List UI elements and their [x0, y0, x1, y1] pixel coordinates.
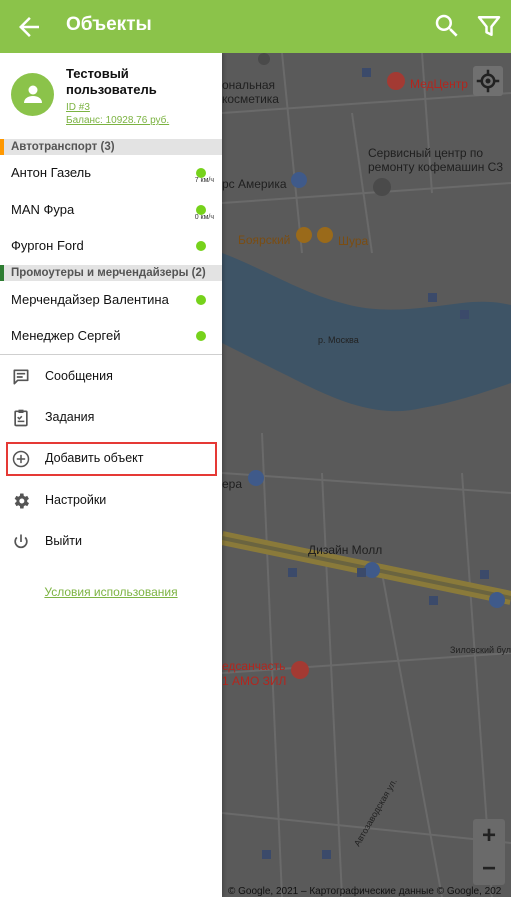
group-color-bar — [0, 265, 4, 281]
divider — [0, 354, 222, 355]
map-label: Дизайн Молл — [308, 543, 383, 557]
map-label: ональная — [222, 78, 276, 92]
object-name: Антон Газель — [11, 165, 92, 180]
map-label: косметика — [222, 92, 279, 106]
object-name: Фургон Ford — [11, 238, 84, 253]
map-label: МедЦентр — [410, 77, 468, 91]
menu-item-logout[interactable]: Выйти — [0, 522, 222, 562]
highlight-frame — [6, 442, 217, 476]
status-dot — [196, 295, 206, 305]
menu-label: Настройки — [45, 493, 107, 507]
map-label: рс Америка — [222, 177, 287, 191]
map-label: ера — [222, 477, 243, 491]
search-icon[interactable] — [432, 11, 462, 41]
filter-icon[interactable] — [474, 11, 504, 41]
menu-item-tasks[interactable]: Задания — [0, 398, 222, 438]
map-credit: © Google, 2021 – Картографические данные… — [228, 886, 502, 897]
map-label: едсанчасть — [222, 659, 286, 673]
map-label: ремонту кофемашин С3 — [368, 160, 504, 174]
app-bar: Объекты — [0, 0, 511, 53]
object-item[interactable]: Менеджер Сергей — [0, 318, 222, 354]
user-balance-link[interactable]: Баланс: 10928.76 руб. — [66, 115, 169, 126]
avatar[interactable] — [11, 73, 54, 116]
object-name: Мерчендайзер Валентина — [11, 292, 169, 307]
menu-item-settings[interactable]: Настройки — [0, 481, 222, 521]
zoom-controls: + − — [473, 819, 505, 885]
object-item[interactable]: Мерчендайзер Валентина — [0, 282, 222, 318]
map-label: Сервисный центр по — [368, 146, 484, 160]
map-label: 1 АМО ЗИЛ — [222, 674, 287, 688]
map-label: Шура — [338, 234, 369, 248]
object-speed: 7 км/ч — [194, 177, 214, 184]
navigation-drawer: Тестовый пользователь ID #3 Баланс: 1092… — [0, 53, 222, 897]
crosshair-icon — [476, 69, 500, 93]
object-name: Менеджер Сергей — [11, 328, 121, 343]
power-icon — [14, 534, 28, 549]
map-label: Зиловский бул. — [450, 645, 511, 655]
menu-item-messages[interactable]: Сообщения — [0, 357, 222, 397]
menu-label: Выйти — [45, 534, 83, 548]
group-color-bar — [0, 139, 4, 155]
object-speed: 0 км/ч — [194, 214, 214, 221]
user-name: Тестовый пользователь — [66, 66, 157, 97]
menu-label: Задания — [45, 410, 95, 424]
group-header-promoters[interactable]: Промоутеры и мерчендайзеры (2) — [0, 265, 222, 281]
map-label: р. Москва — [318, 335, 359, 345]
zoom-in-button[interactable]: + — [473, 819, 505, 852]
map-label: Боярский — [238, 233, 291, 247]
group-header-vehicles[interactable]: Автотранспорт (3) — [0, 139, 222, 155]
menu-label: Сообщения — [45, 369, 113, 383]
gear-icon — [14, 493, 30, 509]
status-dot — [196, 241, 206, 251]
object-item[interactable]: MAN Фура 0 км/ч — [0, 192, 222, 228]
clipboard-icon — [14, 409, 28, 427]
message-icon — [13, 369, 29, 385]
page-title: Объекты — [66, 14, 152, 35]
zoom-out-button[interactable]: − — [473, 852, 505, 885]
terms-link[interactable]: Условия использования — [0, 585, 222, 599]
object-name: MAN Фура — [11, 202, 75, 217]
arrow-back-icon[interactable] — [14, 12, 44, 42]
my-location-button[interactable] — [473, 66, 503, 96]
person-icon — [24, 85, 42, 103]
object-item[interactable]: Антон Газель 7 км/ч — [0, 155, 222, 191]
group-label: Автотранспорт (3) — [11, 141, 115, 153]
map-view[interactable]: ональная косметика МедЦентр Сервисный це… — [222, 53, 511, 897]
object-item[interactable]: Фургон Ford — [0, 228, 222, 264]
status-dot — [196, 331, 206, 341]
group-label: Промоутеры и мерчендайзеры (2) — [11, 267, 206, 279]
user-id-link[interactable]: ID #3 — [66, 102, 90, 113]
